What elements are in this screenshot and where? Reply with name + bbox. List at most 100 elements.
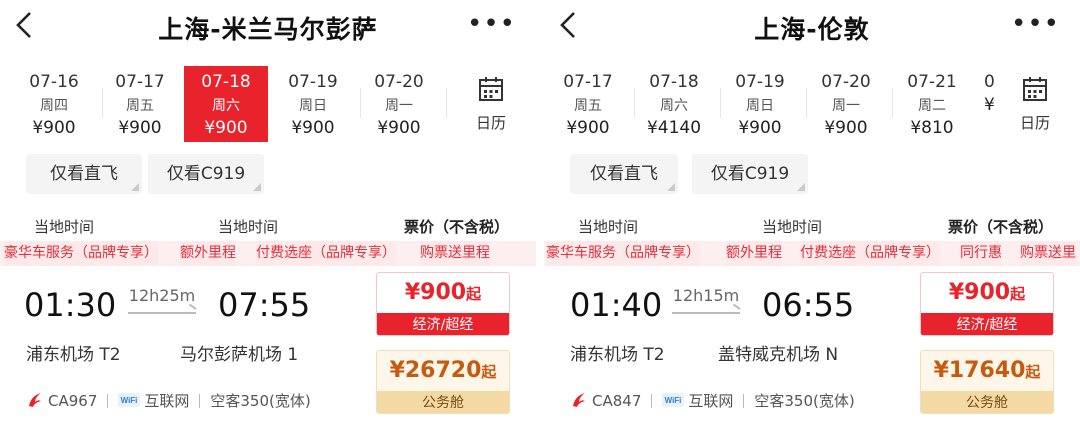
calendar-button[interactable]: 日历 — [1010, 72, 1060, 136]
weekday-label: 周日 — [746, 98, 774, 114]
date-price: ¥900 — [118, 118, 162, 138]
date-bar: 07-17 周五 ¥900 07-18 周六 ¥4140 07-19 周日 ¥9… — [544, 60, 1080, 144]
svg-text:WiFi: WiFi — [121, 396, 138, 405]
direct-only-filter[interactable]: 仅看直飞 — [570, 154, 678, 194]
business-price: ¥17640起 — [921, 351, 1053, 391]
tag: 同行惠 — [960, 241, 1002, 266]
date-bar: 07-16 周四 ¥900 07-17 周五 ¥900 07-18 周六 ¥90… — [0, 60, 536, 144]
tag: 购票送里 — [1020, 241, 1076, 266]
air-china-logo-icon — [29, 393, 41, 407]
more-icon[interactable]: ••• — [1011, 11, 1060, 37]
weekday-label: 周五 — [126, 98, 154, 114]
date-label: 07-17 — [115, 72, 165, 92]
flight-info: CA967 WiFi 互联网 空客350(宽体) — [26, 390, 311, 411]
price-suffix: 起 — [1010, 285, 1026, 303]
divider — [651, 394, 653, 408]
price-header: 票价（不含税） — [948, 218, 1054, 236]
date-label: 07-21 — [907, 72, 957, 92]
economy-class-label: 经济/超经 — [377, 313, 509, 335]
date-price: ¥900 — [377, 118, 421, 138]
flight-number: CA847 — [592, 392, 642, 410]
date-item[interactable]: 07-17 周五 ¥900 — [98, 66, 182, 142]
weekday-label: 周五 — [574, 98, 602, 114]
flight-card[interactable]: 01:40 12h15m 06:55 浦东机场 T2 盖特威克机场 N CA84… — [544, 270, 1080, 437]
page-title: 上海-伦敦 — [754, 15, 870, 44]
price-header: 票价（不含税） — [404, 218, 510, 236]
economy-price: ¥900起 — [377, 273, 509, 313]
c919-only-filter[interactable]: 仅看C919 — [148, 154, 264, 194]
depart-time: 01:30 — [24, 286, 117, 324]
aircraft-type: 空客350(宽体) — [210, 392, 311, 410]
duration-arrow — [128, 312, 196, 314]
date-price: ¥900 — [204, 118, 248, 138]
business-price-box[interactable]: ¥17640起 公务舱 — [920, 350, 1054, 414]
weekday-label: 周日 — [299, 98, 327, 114]
date-label: 07-18 — [201, 72, 251, 92]
header: 上海-伦敦 ••• — [544, 0, 1080, 56]
date-item[interactable]: 07-21 周二 ¥810 — [890, 66, 974, 142]
header: 上海-米兰马尔彭萨 ••• — [0, 0, 536, 56]
business-price-box[interactable]: ¥26720起 公务舱 — [376, 350, 510, 414]
date-item[interactable]: 07-18 周六 ¥4140 — [632, 66, 716, 142]
flight-number: CA967 — [48, 392, 98, 410]
weekday-label: 周四 — [40, 98, 68, 114]
tag: 付费选座（品牌专享） — [800, 241, 940, 266]
date-label: 07-19 — [735, 72, 785, 92]
date-price: ¥900 — [824, 118, 868, 138]
arrive-time: 06:55 — [762, 286, 855, 324]
c919-only-filter[interactable]: 仅看C919 — [692, 154, 808, 194]
aircraft-type: 空客350(宽体) — [754, 392, 855, 410]
date-item[interactable]: 07-19 周日 ¥900 — [718, 66, 802, 142]
date-item[interactable]: 07-16 周四 ¥900 — [12, 66, 96, 142]
business-class-label: 公务舱 — [377, 391, 509, 413]
tag: 豪华车服务（品牌专享） — [4, 241, 158, 266]
date-item-partial[interactable]: 0 ¥ — [976, 66, 1006, 142]
flight-card[interactable]: 01:30 12h25m 07:55 浦东机场 T2 马尔彭萨机场 1 CA96… — [0, 270, 536, 437]
right-screen: 上海-伦敦 ••• 07-17 周五 ¥900 07-18 周六 ¥4140 0… — [544, 0, 1080, 437]
date-label: 07-20 — [821, 72, 871, 92]
date-item[interactable]: 07-20 周一 ¥900 — [804, 66, 888, 142]
wifi-label: 互联网 — [144, 392, 190, 410]
tag: 付费选座（品牌专享） — [256, 241, 396, 266]
date-item[interactable]: 07-19 周日 ¥900 — [271, 66, 355, 142]
page-title: 上海-米兰马尔彭萨 — [158, 15, 378, 44]
business-class-label: 公务舱 — [921, 391, 1053, 413]
price-suffix: 起 — [1025, 363, 1041, 381]
duration: 12h25m — [128, 286, 196, 305]
economy-price-box[interactable]: ¥900起 经济/超经 — [376, 272, 510, 336]
divider — [743, 394, 745, 408]
economy-class-label: 经济/超经 — [921, 313, 1053, 335]
economy-price-box[interactable]: ¥900起 经济/超经 — [920, 272, 1054, 336]
flight-info: CA847 WiFi 互联网 空客350(宽体) — [570, 390, 855, 411]
arrive-time-header: 当地时间 — [218, 218, 279, 236]
column-header: 当地时间 当地时间 票价（不含税） — [544, 212, 1080, 238]
weekday-label: 周六 — [212, 98, 240, 114]
more-icon[interactable]: ••• — [467, 11, 516, 37]
service-tags: 豪华车服务（品牌专享） 额外里程 付费选座（品牌专享） 购票送里程 — [0, 241, 536, 266]
calendar-icon — [1023, 77, 1047, 101]
economy-price: ¥900起 — [921, 273, 1053, 313]
weekday-label: 周六 — [660, 98, 688, 114]
air-china-logo-icon — [573, 393, 585, 407]
tag: 额外里程 — [726, 241, 782, 266]
calendar-label: 日历 — [475, 114, 506, 132]
depart-airport: 浦东机场 T2 — [26, 345, 121, 365]
tag: 额外里程 — [180, 241, 236, 266]
date-item[interactable]: 07-20 周一 ¥900 — [357, 66, 441, 142]
date-item-selected[interactable]: 07-18 周六 ¥900 — [184, 66, 268, 142]
wifi-label: 互联网 — [688, 392, 734, 410]
divider — [446, 88, 447, 118]
arrive-time: 07:55 — [218, 286, 311, 324]
date-price: ¥900 — [291, 118, 335, 138]
direct-only-filter[interactable]: 仅看直飞 — [26, 154, 142, 194]
column-header: 当地时间 当地时间 票价（不含税） — [0, 212, 536, 238]
economy-price-value: ¥900 — [404, 280, 467, 305]
date-price: ¥810 — [910, 118, 954, 138]
wifi-icon: WiFi — [662, 393, 685, 407]
date-label: 0 — [984, 72, 995, 92]
date-label: 07-18 — [649, 72, 699, 92]
date-item[interactable]: 07-17 周五 ¥900 — [546, 66, 630, 142]
calendar-icon — [479, 77, 503, 101]
calendar-button[interactable]: 日历 — [466, 72, 516, 136]
service-tags: 豪华车服务（品牌专享） 额外里程 付费选座（品牌专享） 同行惠 购票送里 — [544, 241, 1080, 266]
